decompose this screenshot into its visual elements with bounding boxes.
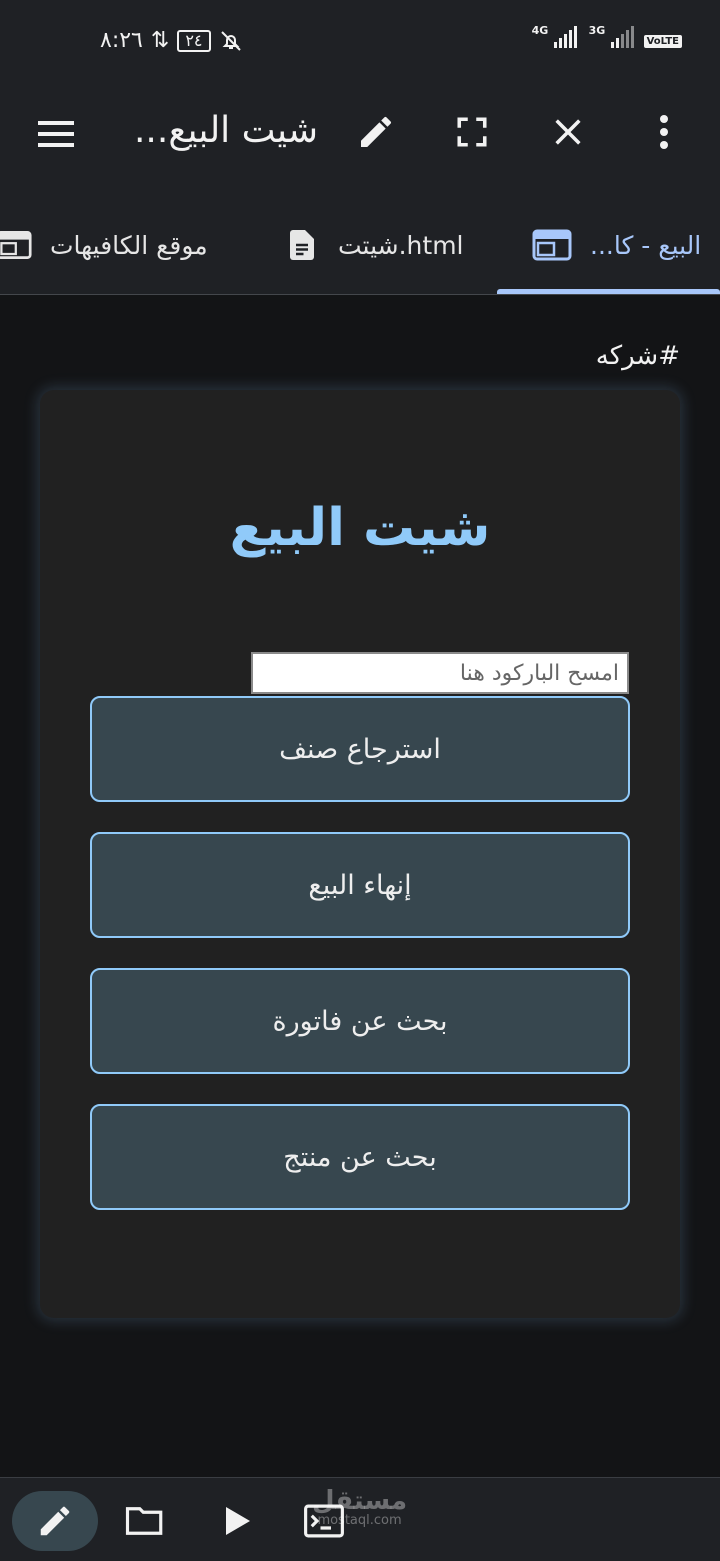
menu-icon: [38, 121, 74, 147]
edit-icon: [361, 116, 391, 147]
web-layout-icon: [0, 231, 32, 259]
signal-icon-2: 3G: [589, 24, 634, 48]
tab-label: موقع الكافيهات: [50, 230, 208, 260]
watermark-text: مستقل: [312, 1486, 408, 1516]
edit-button[interactable]: [346, 102, 406, 162]
document-icon: [290, 230, 314, 260]
network-type-2: 3G: [588, 24, 606, 37]
more-vert-icon: [660, 115, 668, 149]
web-content: #شركه شيت البيع استرجاع صنف إنهاء البيع …: [0, 295, 720, 1477]
tab-bar: البيع - كا... شيتت.html موقع الكافيهات: [0, 196, 720, 295]
finish-sale-button[interactable]: إنهاء البيع: [90, 832, 630, 938]
bottom-toolbar: مستقل mostaql.com: [0, 1477, 720, 1561]
tab-sheet-html[interactable]: شيتت.html: [284, 196, 464, 294]
close-button[interactable]: [538, 102, 598, 162]
folder-button[interactable]: [115, 1491, 175, 1551]
status-time: ٨:٢٦: [100, 28, 143, 53]
network-type-1: 4G: [531, 24, 549, 37]
status-bar: ٨:٢٦ ⇅ ٢٤ 4G 3G VoLTE: [0, 0, 720, 84]
search-invoice-button[interactable]: بحث عن فاتورة: [90, 968, 630, 1074]
web-layout-icon: [532, 229, 572, 261]
app-bar: شيت البيع...: [0, 84, 720, 196]
search-product-button[interactable]: بحث عن منتج: [90, 1104, 630, 1210]
page-title: شيت البيع...: [133, 110, 318, 151]
tab-label: شيتت.html: [338, 230, 464, 260]
card-title: شيت البيع: [229, 498, 491, 558]
sale-card: شيت البيع استرجاع صنف إنهاء البيع بحث عن…: [40, 390, 680, 1318]
return-item-button[interactable]: استرجاع صنف: [90, 696, 630, 802]
status-right: 4G 3G VoLTE: [532, 24, 682, 48]
battery-icon: ٢٤: [177, 29, 211, 52]
edit-mode-button[interactable]: [12, 1491, 98, 1551]
edit-icon: [40, 1506, 70, 1536]
signal-icon-1: 4G: [532, 24, 577, 48]
company-hash-text: #شركه: [595, 341, 680, 371]
more-options-button[interactable]: [634, 102, 694, 162]
play-icon: [226, 1507, 250, 1535]
menu-button[interactable]: [26, 104, 86, 164]
active-tab-indicator: [497, 289, 720, 294]
tab-cafes-site[interactable]: موقع الكافيهات: [0, 196, 208, 294]
close-icon: [555, 119, 581, 145]
fullscreen-button[interactable]: [442, 102, 502, 162]
status-left: ٨:٢٦ ⇅ ٢٤: [100, 28, 243, 53]
volte-badge: VoLTE: [643, 35, 682, 48]
watermark-subtext: mostaql.com: [317, 1513, 402, 1528]
notifications-off-icon: [220, 30, 241, 51]
tab-label: البيع - كا...: [590, 230, 702, 260]
fullscreen-icon: [457, 117, 487, 147]
folder-icon: [125, 1507, 163, 1535]
data-arrows-icon: ⇅: [150, 28, 170, 53]
tab-sale-sheet[interactable]: البيع - كا...: [532, 196, 701, 294]
run-button[interactable]: [208, 1491, 268, 1551]
watermark: مستقل mostaql.com: [312, 1488, 407, 1528]
barcode-input[interactable]: [251, 652, 629, 694]
